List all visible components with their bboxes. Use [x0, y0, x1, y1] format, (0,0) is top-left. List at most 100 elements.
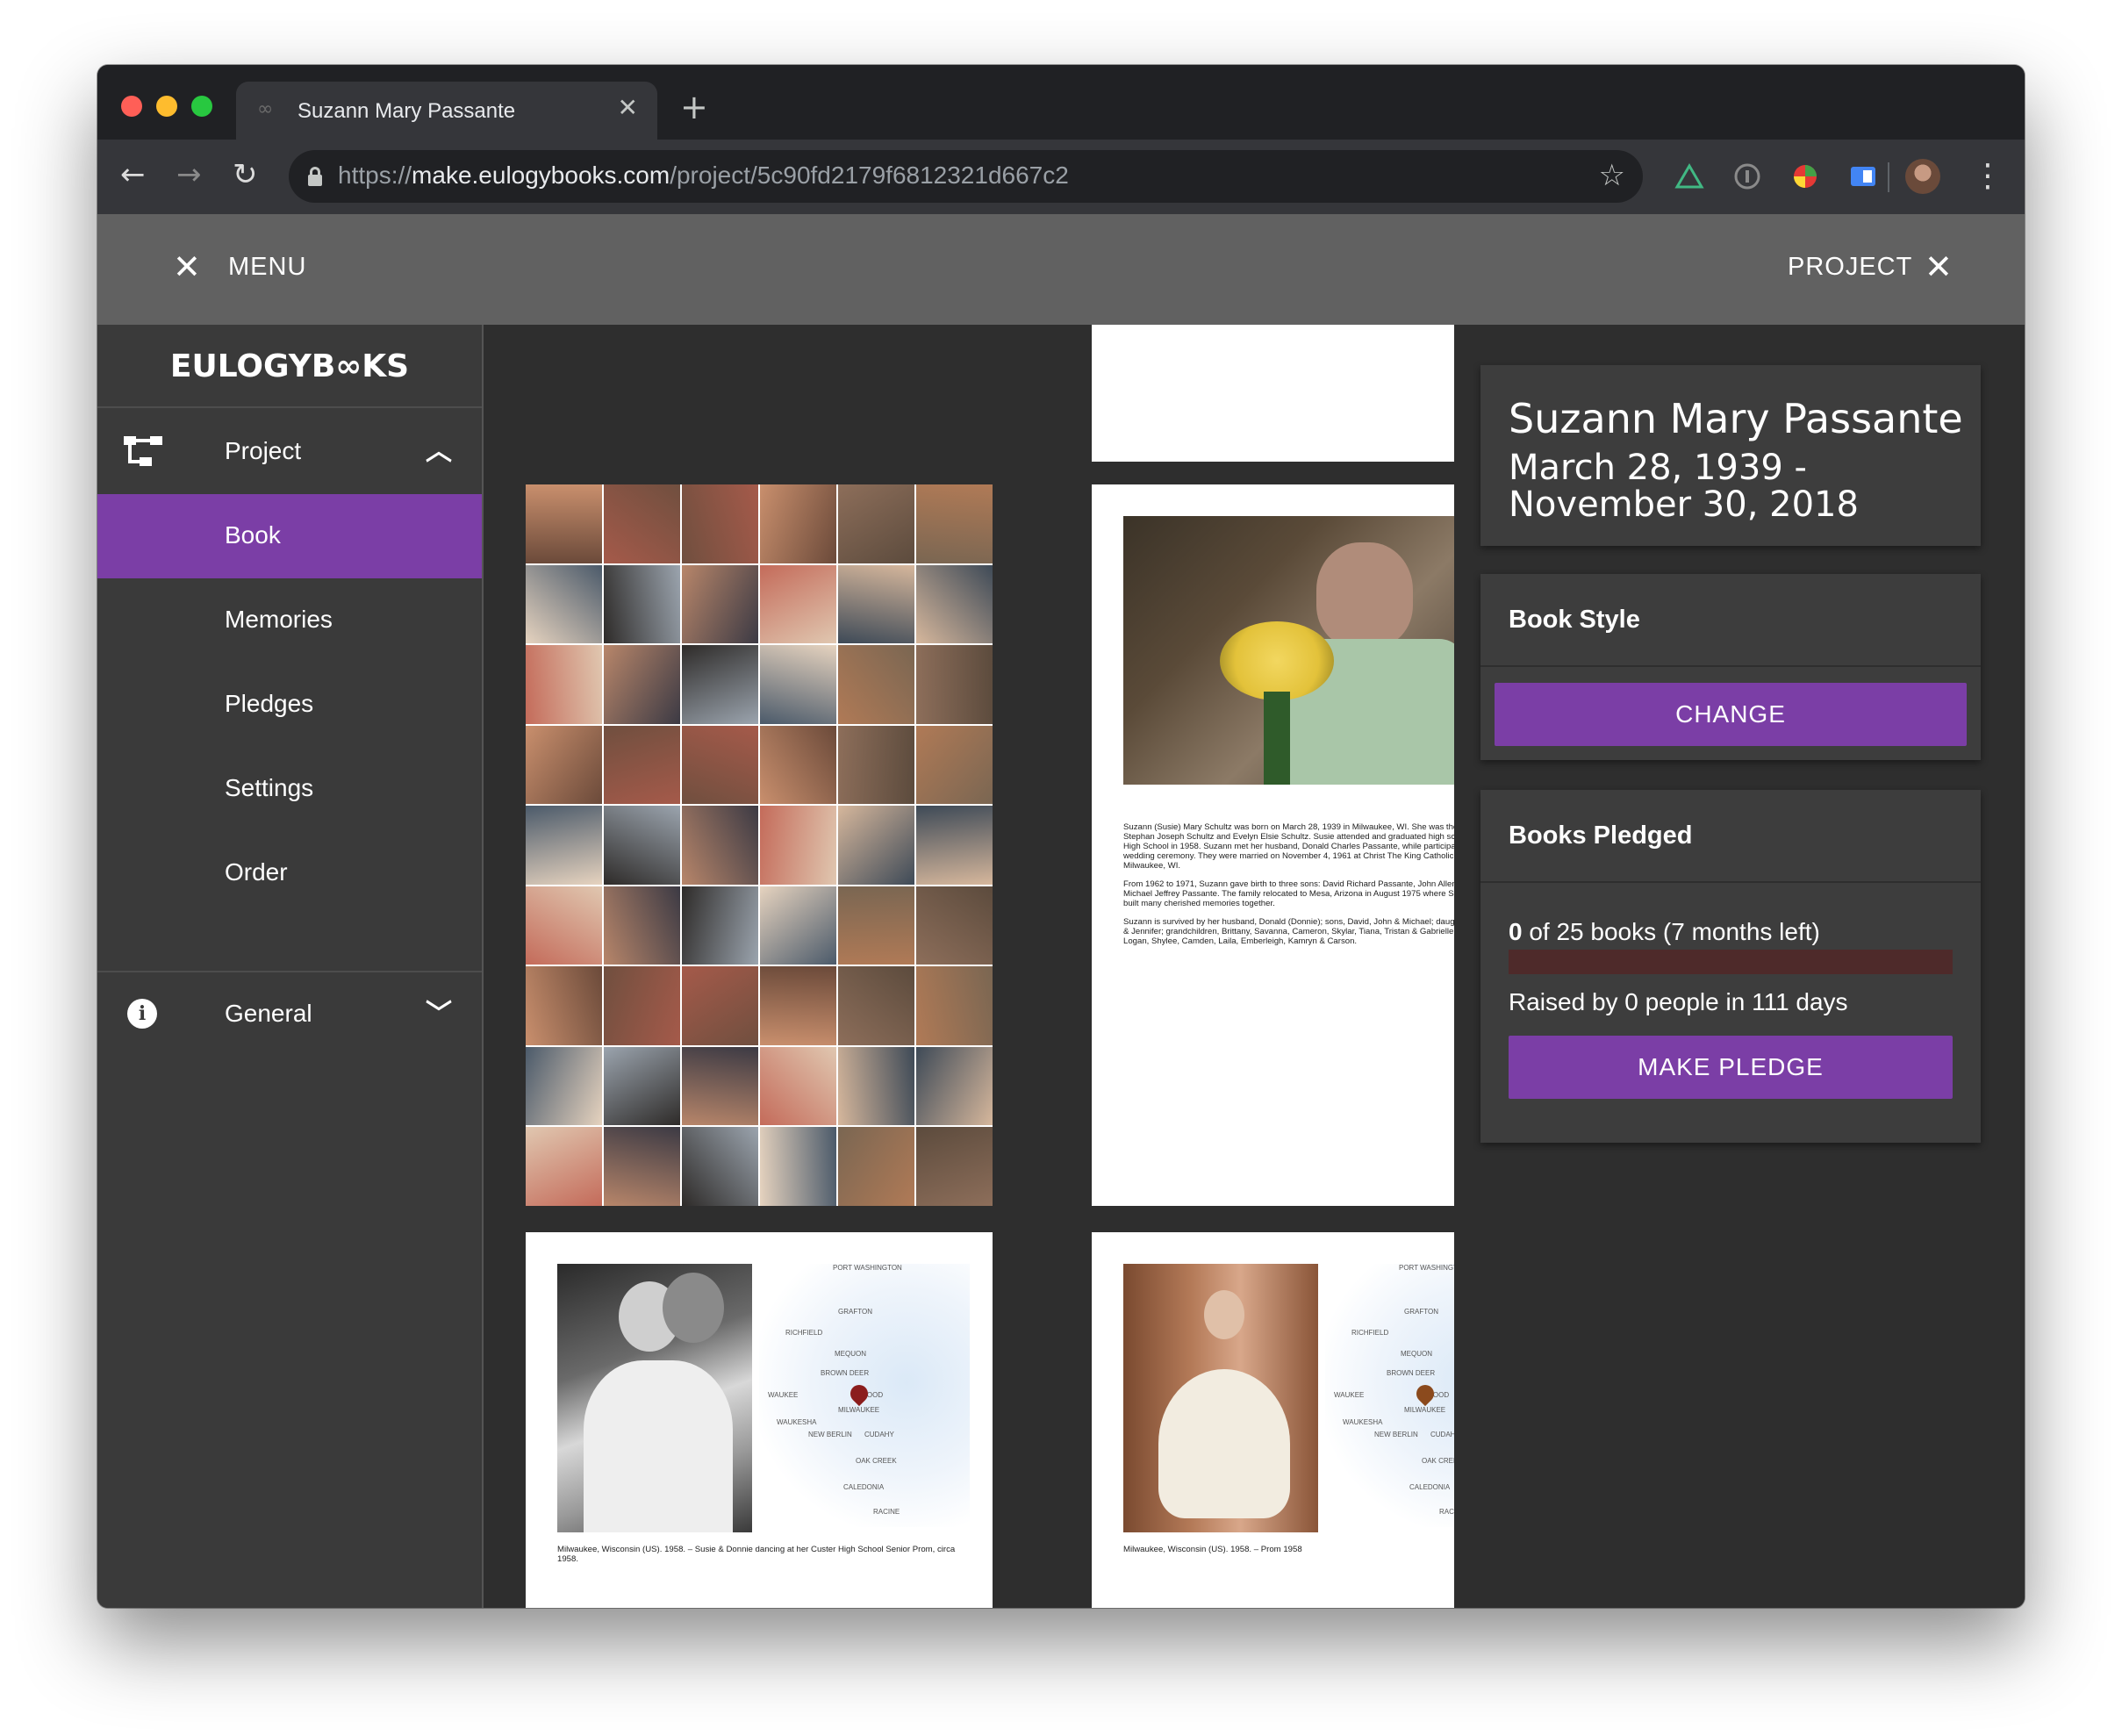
collage-photo: [916, 886, 993, 965]
collage-photo: [604, 484, 680, 563]
collage-photo: [604, 886, 680, 965]
collage-photo: [760, 1046, 836, 1126]
collage-photo: [838, 966, 914, 1045]
sidebar-item-label: General: [225, 1000, 312, 1027]
color-picker-extension-icon[interactable]: [1789, 161, 1821, 192]
make-pledge-button[interactable]: MAKE PLEDGE: [1509, 1036, 1953, 1099]
browser-menu-icon[interactable]: ⋮: [1972, 159, 2004, 194]
collage-photo: [682, 1046, 758, 1126]
sidebar-item-order[interactable]: Order: [97, 831, 482, 915]
collage-photo: [526, 886, 602, 965]
collage-photo: [604, 645, 680, 724]
reload-icon[interactable]: ↻: [233, 157, 258, 192]
sidebar-item-label: Order: [225, 858, 288, 886]
collage-photo: [604, 1127, 680, 1206]
collage-photo: [682, 1127, 758, 1206]
book-page-top[interactable]: [1092, 325, 1454, 462]
book-style-title: Book Style: [1509, 606, 1640, 634]
books-pledged-title: Books Pledged: [1509, 821, 1693, 850]
toolbar-separator: [1888, 162, 1889, 192]
change-style-button[interactable]: CHANGE: [1495, 683, 1967, 746]
collage-photo: [838, 484, 914, 563]
browser-window: ∞ Suzann Mary Passante ✕ + ← → ↻ https:/…: [97, 65, 2025, 1608]
project-label[interactable]: PROJECT: [1788, 253, 1912, 282]
book-page-prom-dance[interactable]: PORT WASHINGTON GRAFTON RICHFIELD MEQUON…: [526, 1232, 993, 1608]
book-page-prom[interactable]: PORT WASHINGTON GRAFTON RICHFIELD MEQUON…: [1092, 1232, 1454, 1608]
books-pledged-card: Books Pledged 0 of 25 books (7 months le…: [1480, 790, 1981, 1143]
collage-photo: [682, 484, 758, 563]
collage-photo: [760, 1127, 836, 1206]
browser-titlebar: ∞ Suzann Mary Passante ✕ +: [97, 65, 2025, 140]
new-tab-icon[interactable]: +: [680, 90, 708, 124]
collage-photo: [604, 1046, 680, 1126]
bio-text: Suzann (Susie) Mary Schultz was born on …: [1123, 822, 1454, 955]
photo-prom-dress: [1123, 1264, 1318, 1532]
chevron-up-icon[interactable]: ︿: [426, 434, 452, 470]
menu-label[interactable]: MENU: [228, 253, 306, 282]
vuejs-extension-icon[interactable]: [1674, 161, 1705, 192]
chevron-down-icon[interactable]: ﹀: [426, 997, 452, 1032]
collage-photo: [526, 1046, 602, 1126]
collage-photo: [760, 645, 836, 724]
collage-photo: [838, 1127, 914, 1206]
collage-photo: [916, 564, 993, 644]
collage-photo: [838, 1046, 914, 1126]
collage-photo: [682, 725, 758, 805]
card-divider: [1480, 665, 1981, 667]
menu-close-icon[interactable]: ✕: [173, 249, 201, 284]
collage-photo: [682, 886, 758, 965]
collage-photo: [526, 806, 602, 885]
map-pin-icon: [1412, 1381, 1438, 1407]
book-preview[interactable]: Suzann (Susie) Mary Schultz was born on …: [484, 325, 1454, 1608]
profile-avatar[interactable]: [1905, 159, 1940, 194]
url-text[interactable]: https://make.eulogybooks.com/project/5c9…: [338, 161, 1069, 190]
sidebar-item-label: Settings: [225, 774, 314, 801]
collage-photo: [604, 725, 680, 805]
collage-photo: [916, 484, 993, 563]
maximize-window-button[interactable]: [191, 96, 212, 117]
book-style-card: Book Style CHANGE: [1480, 574, 1981, 760]
sidebar-item-memories[interactable]: Memories: [97, 578, 482, 663]
sidebar-item-project[interactable]: Project ︿: [97, 410, 482, 494]
collage-photo: [916, 966, 993, 1045]
address-bar[interactable]: https://make.eulogybooks.com/project/5c9…: [289, 150, 1643, 203]
sidebar-item-settings[interactable]: Settings: [97, 747, 482, 831]
collage-photo: [760, 966, 836, 1045]
sidebar-item-label: Project: [225, 437, 302, 464]
photo-flowers: [1123, 516, 1454, 785]
sidebar-item-general[interactable]: i General ﹀: [97, 972, 482, 1057]
bookmark-star-icon[interactable]: ☆: [1599, 157, 1625, 194]
pledged-count-text: 0 of 25 books (7 months left): [1509, 918, 1820, 945]
bio-paragraph: From 1962 to 1971, Suzann gave birth to …: [1123, 879, 1454, 908]
collage-photo: [682, 966, 758, 1045]
close-window-button[interactable]: [121, 96, 142, 117]
eulogybooks-logo[interactable]: EULOGYB∞KS: [97, 325, 482, 408]
book-page-bio[interactable]: Suzann (Susie) Mary Schultz was born on …: [1092, 484, 1454, 1206]
infinity-favicon-icon: ∞: [257, 98, 274, 120]
book-page-collage[interactable]: [526, 484, 993, 1206]
browser-tab[interactable]: ∞ Suzann Mary Passante ✕: [236, 82, 657, 140]
lock-icon: [308, 167, 322, 186]
sidebar: EULOGYB∞KS Project ︿ Book Memories Pledg…: [97, 325, 484, 1608]
collage-photo: [604, 564, 680, 644]
sidebar-item-book[interactable]: Book: [97, 494, 482, 578]
collage-photo: [916, 806, 993, 885]
translate-extension-icon[interactable]: [1847, 161, 1879, 192]
collage-photo: [838, 564, 914, 644]
info-extension-icon[interactable]: [1731, 161, 1763, 192]
collage-photo: [916, 645, 993, 724]
forward-arrow-icon[interactable]: →: [176, 157, 202, 192]
sidebar-item-pledges[interactable]: Pledges: [97, 663, 482, 747]
info-icon: i: [127, 999, 157, 1029]
project-close-icon[interactable]: ✕: [1925, 249, 1953, 284]
collage-photo: [760, 484, 836, 563]
tab-close-icon[interactable]: ✕: [618, 96, 638, 120]
minimize-window-button[interactable]: [156, 96, 177, 117]
collage-photo: [916, 725, 993, 805]
collage-photo: [526, 966, 602, 1045]
memorial-name: Suzann Mary Passante: [1509, 395, 1963, 442]
back-arrow-icon[interactable]: ←: [120, 157, 146, 192]
collage-photo: [526, 564, 602, 644]
sitemap-icon: [124, 436, 162, 466]
memorial-card: Suzann Mary Passante March 28, 1939 - No…: [1480, 365, 1981, 546]
